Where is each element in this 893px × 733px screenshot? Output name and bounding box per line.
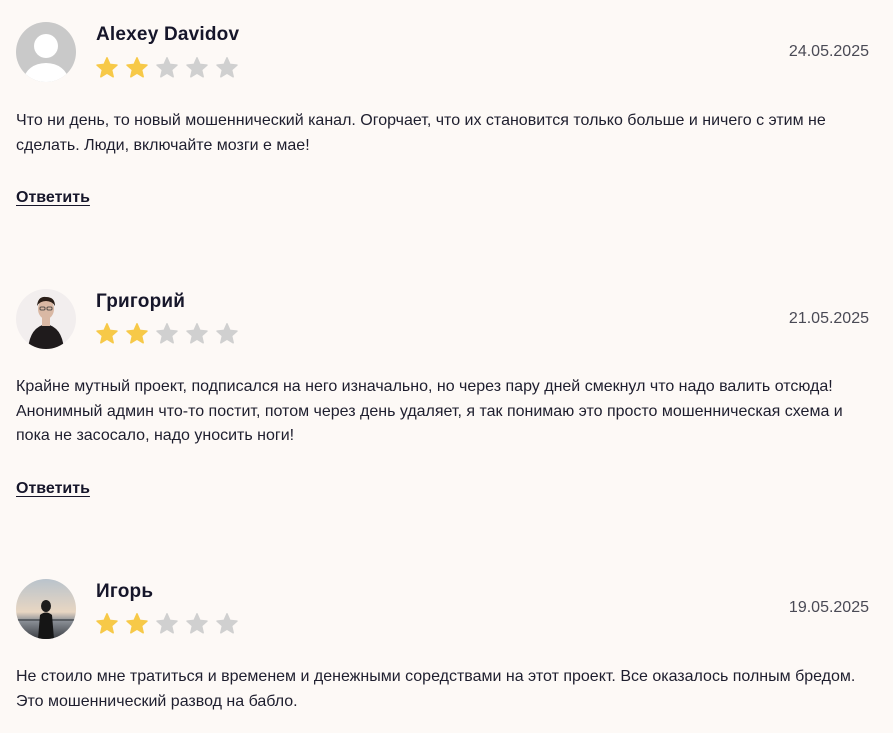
review-date: 24.05.2025 [788,43,869,60]
avatar [16,22,76,82]
star-empty-icon [216,323,238,344]
reply-link[interactable]: Ответить [16,480,90,498]
user-photo-icon [16,579,76,639]
star-empty-icon [216,57,238,78]
review-date: 21.05.2025 [788,310,869,327]
review-text: Крайне мутный проект, подписался на него… [16,378,843,444]
star-filled-icon [96,57,118,78]
review-text: Что ни день, то новый мошеннический кана… [16,112,826,154]
rating-stars [95,322,239,346]
star-filled-icon [126,613,148,634]
review-author: Григорий [96,291,186,312]
star-filled-icon [96,323,118,344]
review-text: Не стоило мне тратиться и временем и ден… [16,668,856,710]
star-empty-icon [156,323,178,344]
star-filled-icon [96,613,118,634]
rating-stars [95,612,239,636]
star-empty-icon [186,323,208,344]
rating-stars [95,56,239,80]
review-date: 19.05.2025 [788,599,869,616]
star-filled-icon [126,57,148,78]
avatar [16,579,76,639]
default-user-avatar-icon [16,22,76,82]
star-filled-icon [126,323,148,344]
reply-link[interactable]: Ответить [16,189,90,207]
avatar [16,289,76,349]
review-author: Игорь [96,581,154,602]
user-photo-icon [16,289,76,349]
star-empty-icon [156,57,178,78]
star-empty-icon [156,613,178,634]
star-empty-icon [186,57,208,78]
star-empty-icon [186,613,208,634]
review-author: Alexey Davidov [96,24,240,45]
star-empty-icon [216,613,238,634]
